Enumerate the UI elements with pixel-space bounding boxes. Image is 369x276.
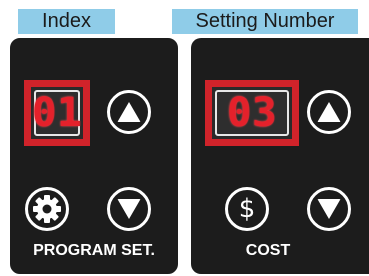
index-display: 01 bbox=[24, 80, 90, 146]
triangle-down-icon bbox=[317, 199, 341, 219]
cost-display-value: 03 bbox=[226, 90, 278, 136]
program-set-label: PROGRAM SET. bbox=[33, 242, 155, 259]
cost-down-button[interactable] bbox=[307, 187, 351, 231]
index-display-value: 01 bbox=[31, 90, 83, 136]
cost-up-button[interactable] bbox=[307, 90, 351, 134]
cost-display: 03 bbox=[205, 80, 299, 146]
index-down-button[interactable] bbox=[107, 187, 151, 231]
triangle-up-icon bbox=[317, 102, 341, 122]
cost-set-button[interactable]: $ bbox=[225, 187, 269, 231]
triangle-down-icon bbox=[117, 199, 141, 219]
index-up-button[interactable] bbox=[107, 90, 151, 134]
program-set-button[interactable] bbox=[25, 187, 69, 231]
cost-panel bbox=[189, 36, 369, 276]
index-tab-label: Index bbox=[18, 9, 115, 34]
gear-icon bbox=[33, 195, 61, 223]
triangle-up-icon bbox=[117, 102, 141, 122]
dollar-icon: $ bbox=[238, 194, 256, 224]
program-set-panel bbox=[8, 36, 180, 276]
setting-number-tab-label: Setting Number bbox=[172, 9, 358, 34]
cost-label: COST bbox=[245, 242, 291, 259]
